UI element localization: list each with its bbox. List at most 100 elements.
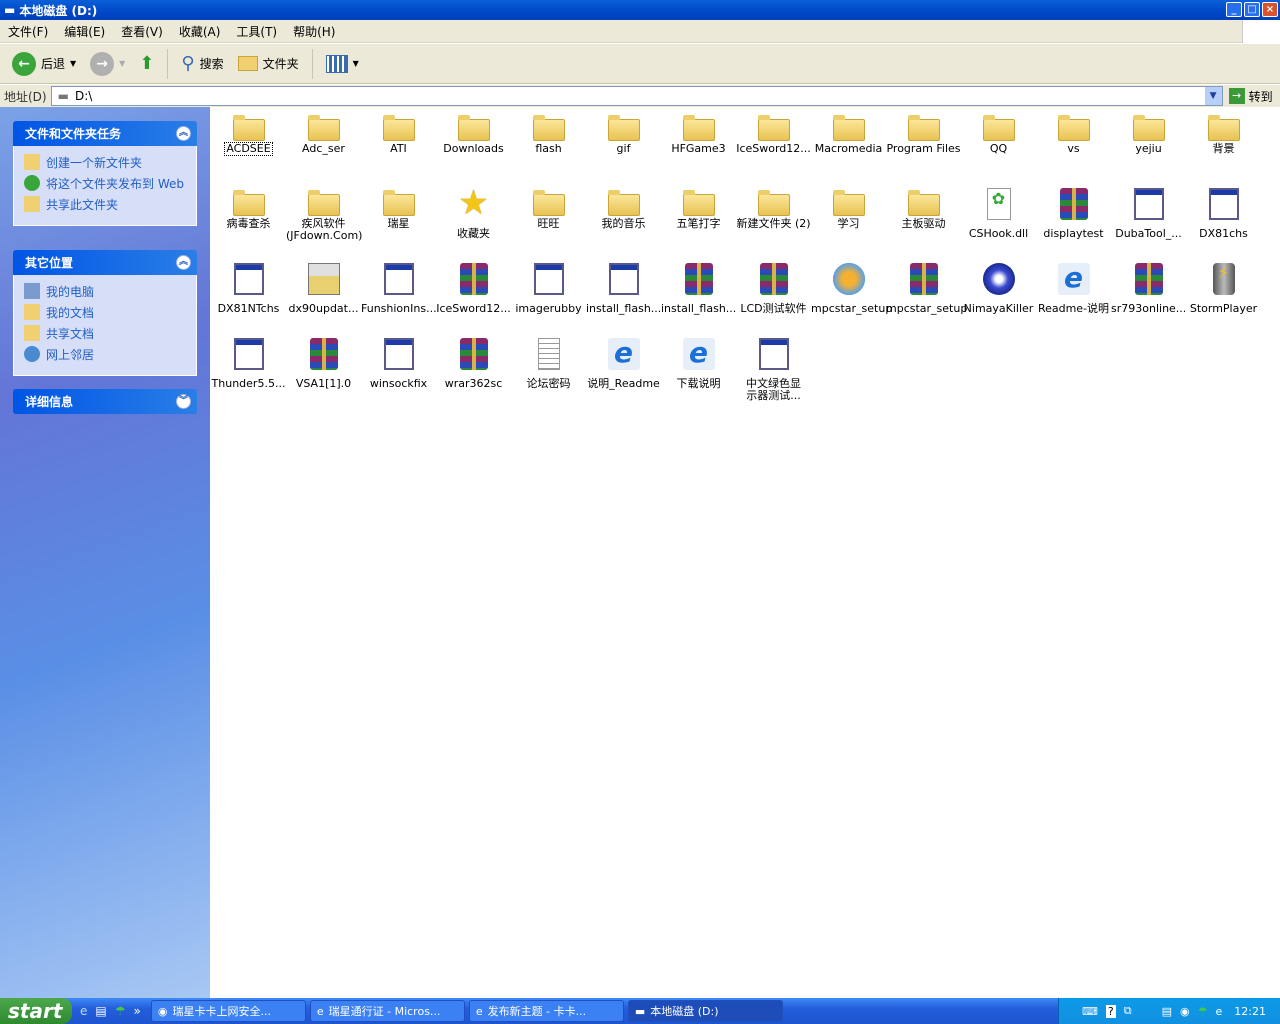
rising-quicklaunch-icon[interactable]: ▤ [95, 1004, 106, 1018]
other-places-header[interactable]: 其它位置 ︽ [13, 250, 197, 275]
place-shared-documents[interactable]: 共享文档 [24, 325, 186, 342]
file-item[interactable]: 瑞星 [361, 183, 436, 230]
forward-button[interactable]: → ▼ [86, 51, 129, 76]
file-name: ACDSEE [224, 142, 273, 156]
quicklaunch-more-button[interactable]: » [134, 1004, 141, 1018]
rising-tray-icon[interactable]: ▤ [1162, 1005, 1172, 1018]
file-item[interactable]: Thunder5.5... [211, 333, 286, 390]
file-item[interactable]: install_flash... [586, 258, 661, 315]
taskbar-button-rising[interactable]: ◉ 瑞星卡卡上网安全... [150, 1000, 306, 1022]
file-item[interactable]: Downloads [436, 108, 511, 155]
address-input[interactable]: ▬ D:\ ▼ [50, 86, 1223, 106]
file-item[interactable]: yejiu [1111, 108, 1186, 155]
ie-quicklaunch-icon[interactable]: e [80, 1004, 87, 1018]
file-item[interactable]: imagerubby [511, 258, 586, 315]
file-item[interactable]: mpcstar_setup [886, 258, 967, 315]
file-item[interactable]: Macromedia [811, 108, 886, 155]
collapse-icon[interactable]: ︽ [176, 255, 191, 270]
file-item[interactable]: ✿ CSHook.dll [961, 183, 1036, 240]
file-item[interactable]: 学习 [811, 183, 886, 230]
file-item[interactable]: 疾风软件 (JFdown.Com) [286, 183, 362, 242]
file-item[interactable]: NimayaKiller [961, 258, 1036, 315]
file-item[interactable]: 中文绿色显示器测试... [736, 333, 811, 402]
file-item[interactable]: e 下载说明 [661, 333, 736, 390]
menu-favorites[interactable]: 收藏(A) [171, 23, 229, 40]
place-my-computer[interactable]: 我的电脑 [24, 283, 186, 300]
file-item[interactable]: IceSword12... [436, 258, 511, 315]
place-my-documents[interactable]: 我的文档 [24, 304, 186, 321]
file-item[interactable]: LCD测试软件 [736, 258, 811, 315]
file-item[interactable]: e 说明_Readme [586, 333, 661, 390]
menu-tools[interactable]: 工具(T) [228, 23, 285, 40]
file-item[interactable]: sr793online... [1111, 258, 1186, 315]
file-tasks-header[interactable]: 文件和文件夹任务 ︽ [13, 121, 197, 146]
expand-icon[interactable]: ︾ [176, 394, 191, 409]
back-button[interactable]: ← 后退 ▼ [8, 51, 80, 76]
file-item[interactable]: ⚡ StormPlayer [1186, 258, 1261, 315]
taskbar-button-passport[interactable]: e 瑞星通行证 - Micros... [309, 1000, 465, 1022]
file-item[interactable]: 病毒查杀 [211, 183, 286, 230]
folders-button[interactable]: 文件夹 [234, 55, 303, 72]
file-item[interactable]: winsockfix [361, 333, 436, 390]
file-item[interactable]: 主板驱动 [886, 183, 961, 230]
collapse-icon[interactable]: ︽ [176, 126, 191, 141]
up-folder-button[interactable]: ⬆ [135, 53, 158, 74]
task-publish-web[interactable]: 将这个文件夹发布到 Web [24, 175, 186, 192]
forward-dropdown-icon[interactable]: ▼ [119, 59, 125, 68]
file-item[interactable]: flash [511, 108, 586, 155]
file-item[interactable]: DubaTool_... [1111, 183, 1186, 240]
menu-edit[interactable]: 编辑(E) [56, 23, 113, 40]
file-item[interactable]: vs [1036, 108, 1111, 155]
menu-file[interactable]: 文件(F) [0, 23, 56, 40]
file-item[interactable]: displaytest [1036, 183, 1111, 240]
file-item[interactable]: 旺旺 [511, 183, 586, 230]
file-item[interactable]: 背景 [1186, 108, 1261, 155]
umbrella-quicklaunch-icon[interactable]: ☂ [115, 1004, 126, 1018]
file-item[interactable]: DX81chs [1186, 183, 1261, 240]
file-item[interactable]: e Readme-说明 [1036, 258, 1111, 315]
file-item[interactable]: Adc_ser [286, 108, 361, 155]
place-network[interactable]: 网上邻居 [24, 346, 186, 363]
menu-help[interactable]: 帮助(H) [285, 23, 343, 40]
file-item[interactable]: HFGame3 [661, 108, 736, 155]
close-button[interactable]: × [1262, 2, 1278, 17]
file-item[interactable]: 新建文件夹 (2) [736, 183, 811, 230]
file-item[interactable]: 我的音乐 [586, 183, 661, 230]
restore-icon[interactable]: ⧉ [1124, 1004, 1132, 1018]
speaker-icon[interactable]: ◉ [1180, 1005, 1190, 1018]
menu-view[interactable]: 查看(V) [113, 23, 171, 40]
file-item[interactable]: wrar362sc [436, 333, 511, 390]
views-button[interactable]: ▼ [322, 54, 363, 73]
start-button[interactable]: start [0, 998, 72, 1024]
file-item[interactable]: ATI [361, 108, 436, 155]
file-item[interactable]: mpcstar_setup [811, 258, 892, 315]
file-item[interactable]: FunshionIns... [361, 258, 437, 315]
search-button[interactable]: ⚲ 搜索 [177, 53, 227, 74]
back-dropdown-icon[interactable]: ▼ [70, 59, 76, 68]
minimize-button[interactable]: _ [1226, 2, 1242, 17]
file-item[interactable]: gif [586, 108, 661, 155]
task-new-folder[interactable]: 创建一个新文件夹 [24, 154, 186, 171]
task-share-folder[interactable]: 共享此文件夹 [24, 196, 186, 213]
file-item[interactable]: dx90updat... [286, 258, 361, 315]
taskbar-button-explorer[interactable]: ▬ 本地磁盘 (D:) [627, 1000, 783, 1022]
go-button[interactable]: → 转到 [1228, 88, 1273, 105]
file-item[interactable]: VSA1[1].0 [286, 333, 361, 390]
details-header[interactable]: 详细信息 ︾ [13, 389, 197, 414]
file-item[interactable]: QQ [961, 108, 1036, 155]
file-item[interactable]: 五笔打字 [661, 183, 736, 230]
file-item[interactable]: ACDSEE [211, 108, 286, 156]
file-item[interactable]: install_flash... [661, 258, 736, 315]
help-icon[interactable]: ? [1105, 1004, 1116, 1018]
ie-tray-icon[interactable]: e [1216, 1005, 1223, 1018]
address-dropdown-icon[interactable]: ▼ [1204, 87, 1222, 105]
umbrella-tray-icon[interactable]: ☂ [1198, 1005, 1208, 1018]
keyboard-icon[interactable]: ⌨ [1082, 1005, 1098, 1018]
maximize-button[interactable]: □ [1244, 2, 1260, 17]
file-item[interactable]: ★ 收藏夹 [436, 183, 511, 240]
file-item[interactable]: IceSword12... [736, 108, 811, 155]
file-item[interactable]: 论坛密码 [511, 333, 586, 390]
file-item[interactable]: Program Files [886, 108, 961, 155]
file-item[interactable]: DX81NTchs [211, 258, 286, 315]
taskbar-button-post[interactable]: e 发布新主题 - 卡卡... [468, 1000, 624, 1022]
